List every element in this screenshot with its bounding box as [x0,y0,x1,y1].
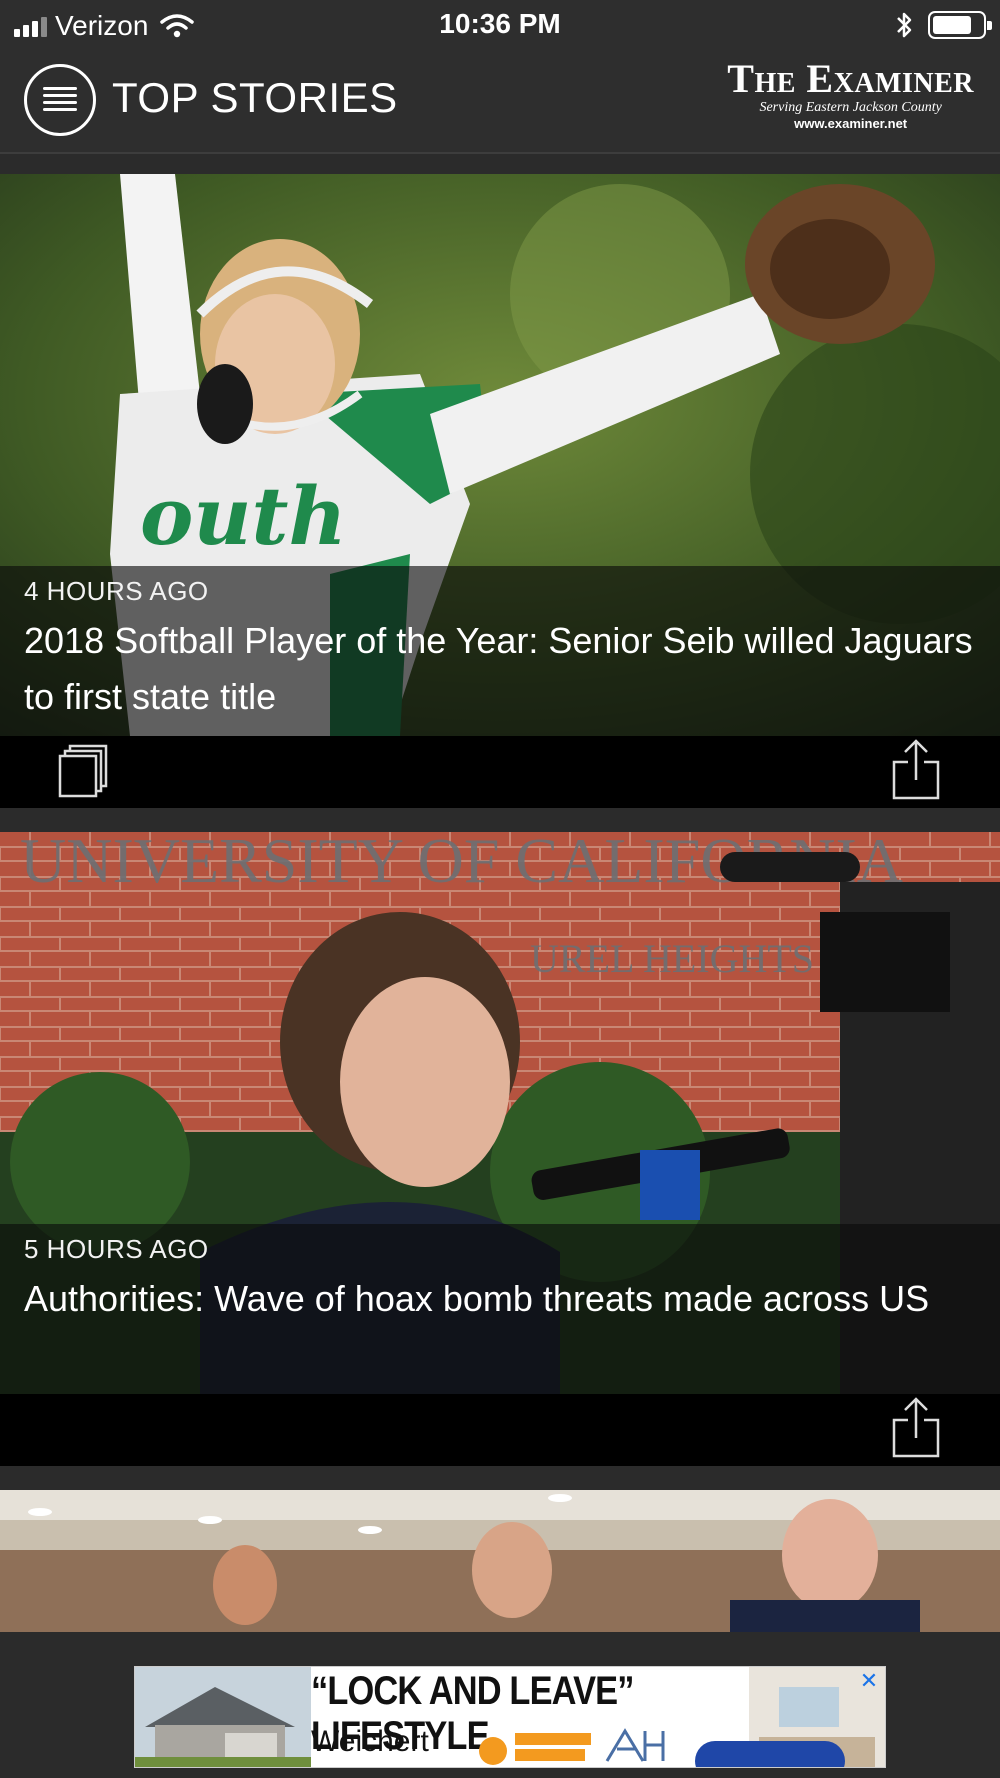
brand-tagline: Serving Eastern Jackson County [759,100,942,115]
share-icon[interactable] [892,738,940,800]
gallery-icon[interactable] [58,744,110,800]
ad-bar: “LOCK AND LEAVE” LIFESTYLE Weichert ✕ [0,1632,1000,1778]
story-headline[interactable]: 2018 Softball Player of the Year: Senior… [24,613,976,725]
story-action-bar [0,736,1000,808]
close-icon[interactable]: ✕ [857,1669,881,1693]
story-timestamp: 4 HOURS AGO [24,576,209,606]
story-divider [0,808,1000,832]
ad-brand: Weichert [311,1725,429,1758]
officials-meeting-photo [0,1490,1000,1632]
battery-icon [928,11,992,39]
brand-logo[interactable]: The Examiner Serving Eastern Jackson Cou… [727,56,974,132]
status-right [894,10,992,40]
brand-name: The Examiner [727,56,974,101]
story-action-bar [0,1394,1000,1466]
story-headline[interactable]: Authorities: Wave of hoax bomb threats m… [24,1271,976,1327]
story-timestamp: 5 HOURS AGO [24,1234,209,1264]
ad-cta-button[interactable] [695,1741,845,1767]
bluetooth-icon [897,12,912,38]
story-card[interactable]: UNIVERSITY OF CALIFORNIA UREL HEIGHTS 5 … [0,832,1000,1466]
status-bar: Verizon 10:36 PM [0,0,1000,52]
story-card[interactable]: outh 4 HOURS AGO 2018 Softball Player of… [0,174,1000,808]
app-header: TOP STORIES The Examiner Serving Eastern… [0,52,1000,154]
brand-url: www.examiner.net [794,116,908,131]
sunny-pointe-logo [479,1733,591,1765]
builder-logo [605,1728,665,1762]
story-overlay: 5 HOURS AGO Authorities: Wave of hoax bo… [0,1224,1000,1394]
ad-banner[interactable]: “LOCK AND LEAVE” LIFESTYLE Weichert ✕ [134,1666,886,1768]
status-time: 10:36 PM [439,8,561,39]
share-icon[interactable] [892,1396,940,1458]
svg-text:UREL HEIGHTS: UREL HEIGHTS [530,936,814,981]
house-photo [135,1667,311,1767]
story-divider [0,1466,1000,1490]
page-title: TOP STORIES [112,74,398,121]
hamburger-menu-icon[interactable] [24,64,96,136]
story-overlay: 4 HOURS AGO 2018 Softball Player of the … [0,566,1000,736]
story-card[interactable] [0,1490,1000,1632]
svg-text:outh: outh [140,469,347,563]
